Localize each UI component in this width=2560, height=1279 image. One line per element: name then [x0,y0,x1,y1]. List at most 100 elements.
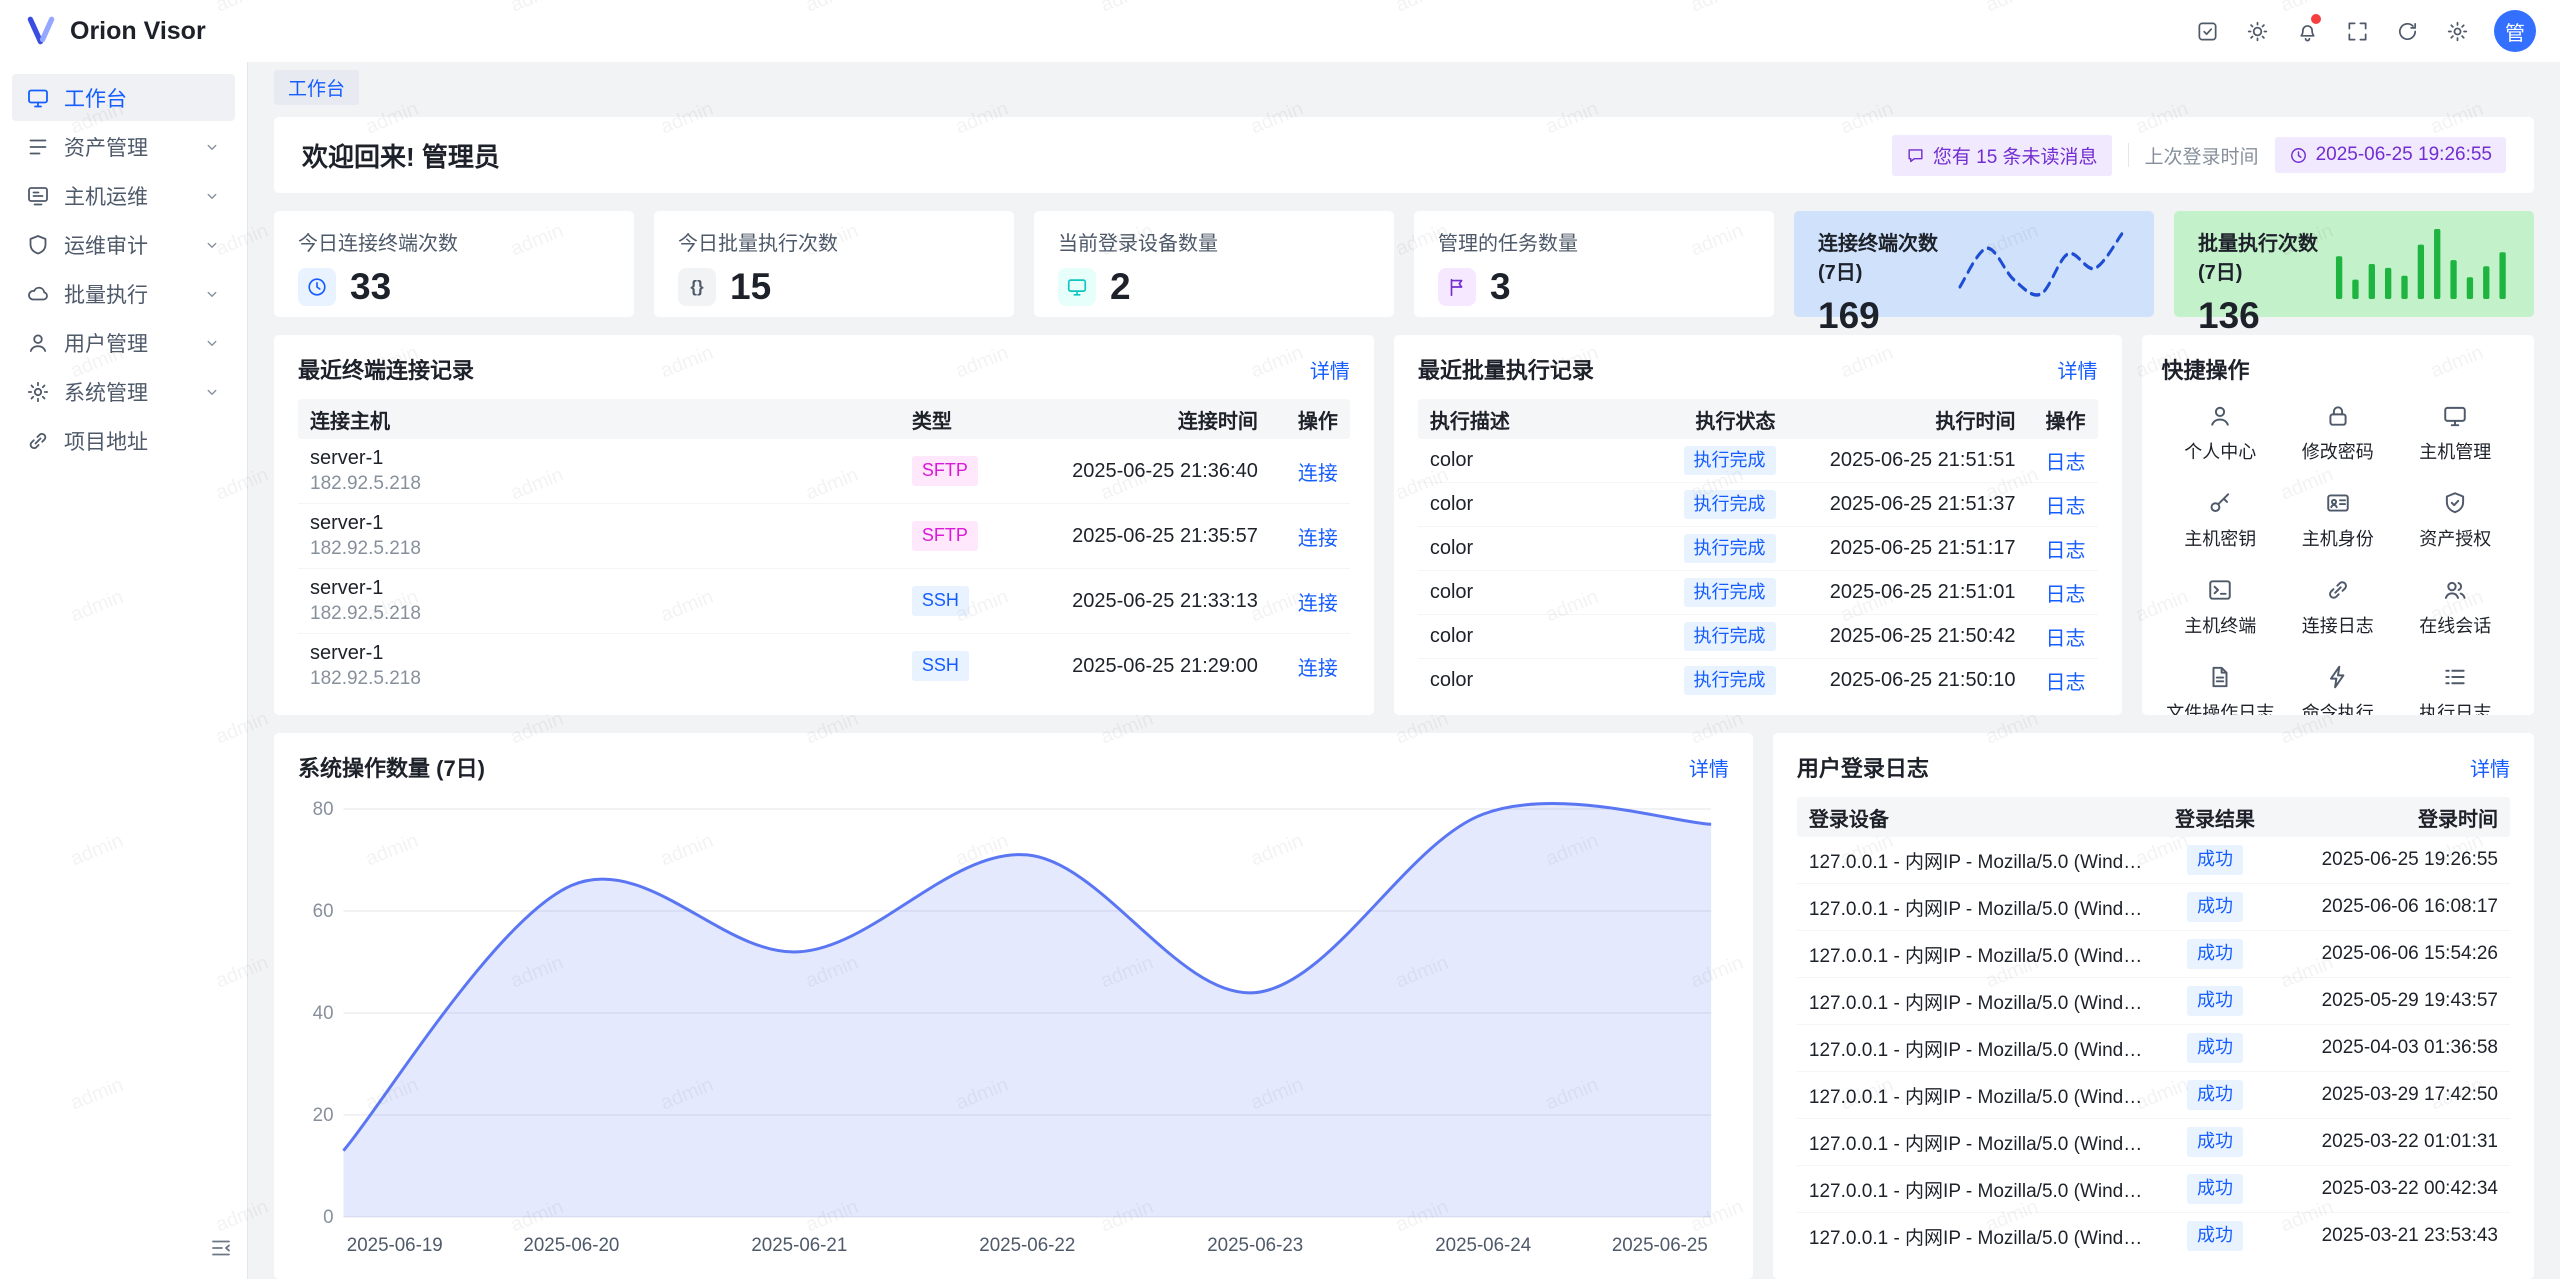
quick-action-exec-log[interactable]: 执行日志 [2397,664,2514,715]
svg-text:2025-06-21: 2025-06-21 [751,1235,847,1256]
quick-action-host-terminal[interactable]: 主机终端 [2162,577,2279,638]
table-row: color 执行完成 2025-06-25 21:51:51 日志 [1418,439,2098,483]
connect-time: 2025-06-25 21:35:57 [1020,525,1270,548]
flag-icon [1438,268,1476,306]
cloud-icon [26,282,50,306]
divider [2128,143,2129,167]
log-link[interactable]: 日志 [2046,666,2086,695]
sidebar-item-system-mgmt[interactable]: 系统管理 [12,368,235,415]
log-link[interactable]: 日志 [2046,446,2086,475]
result-badge: 成功 [2187,1033,2243,1063]
panel-title: 用户登录日志 [1797,751,1929,783]
connect-time: 2025-06-25 21:36:40 [1020,460,1270,483]
main-content: 工作台 欢迎回来! 管理员 您有 15 条未读消息 上次登录时间 2025-06… [248,62,2560,1279]
result-badge: 成功 [2187,986,2243,1016]
connect-link[interactable]: 连接 [1298,457,1338,486]
result-badge: 成功 [2187,892,2243,922]
quick-action-connect-log[interactable]: 连接日志 [2279,577,2397,638]
svg-text:2025-06-24: 2025-06-24 [1435,1235,1531,1256]
svg-text:2025-06-25: 2025-06-25 [1612,1235,1708,1256]
log-link[interactable]: 日志 [2046,490,2086,519]
table-row: 127.0.0.1 - 内网IP - Mozilla/5.0 (Windows … [1797,837,2510,884]
settings-gear-icon[interactable] [2436,10,2478,52]
fullscreen-icon[interactable] [2336,10,2378,52]
quick-action-change-password[interactable]: 修改密码 [2279,403,2397,464]
theme-toggle-icon[interactable] [2236,10,2278,52]
link-icon [2325,577,2351,603]
login-time: 2025-05-29 19:43:57 [2275,990,2510,1012]
sidebar-item-project-url[interactable]: 项目地址 [12,417,235,464]
sidebar-item-user-mgmt[interactable]: 用户管理 [12,319,235,366]
sidebar-item-host-ops[interactable]: 主机运维 [12,172,235,219]
exec-records-more-link[interactable]: 详情 [2058,355,2098,384]
quick-action-command-exec[interactable]: 命令执行 [2279,664,2397,715]
exec-time: 2025-06-25 21:51:51 [1788,449,2028,472]
login-device: 127.0.0.1 - 内网IP - Mozilla/5.0 (Windows … [1809,1035,2143,1062]
quick-actions-panel: 快捷操作 个人中心 修改密码 主机管理 主机密钥 [2142,335,2534,715]
login-logs-more-link[interactable]: 详情 [2470,753,2510,782]
table-row: 127.0.0.1 - 内网IP - Mozilla/5.0 (Windows … [1797,1213,2510,1259]
quick-action-file-op-log[interactable]: 文件操作日志 [2162,664,2279,715]
file-icon [2207,664,2233,690]
refresh-icon[interactable] [2386,10,2428,52]
connect-link[interactable]: 连接 [1298,522,1338,551]
connect-link[interactable]: 连接 [1298,587,1338,616]
protocol-badge: SFTP [912,521,978,551]
sidebar-item-audit[interactable]: 运维审计 [12,221,235,268]
host-name: server-1 [310,512,383,535]
connect-time: 2025-06-25 21:29:00 [1020,655,1270,678]
sidebar-item-batch-exec[interactable]: 批量执行 [12,270,235,317]
quick-action-asset-grant[interactable]: 资产授权 [2397,490,2514,551]
host-ip: 182.92.5.218 [310,668,421,690]
tasks-icon[interactable] [2186,10,2228,52]
stat-card-tasks: 管理的任务数量 3 [1414,211,1774,317]
quick-action-host-mgmt[interactable]: 主机管理 [2397,403,2514,464]
terminal-records-more-link[interactable]: 详情 [1310,355,1350,384]
svg-text:40: 40 [313,1003,334,1024]
assets-icon [26,135,50,159]
svg-text:2025-06-19: 2025-06-19 [347,1235,443,1256]
panel-title: 快捷操作 [2162,353,2250,385]
stat-value: 3 [1490,266,1511,308]
chevron-down-icon [203,138,221,156]
quick-action-personal-center[interactable]: 个人中心 [2162,403,2279,464]
connect-link[interactable]: 连接 [1298,652,1338,681]
status-badge: 执行完成 [1684,666,1776,696]
exec-time: 2025-06-25 21:50:42 [1788,625,2028,648]
terminal-icon [2207,577,2233,603]
panel-title: 系统操作数量 (7日) [298,751,485,783]
exec-time: 2025-06-25 21:50:10 [1788,669,2028,692]
message-icon [1906,146,1925,165]
table-row: 127.0.0.1 - 内网IP - Mozilla/5.0 (Windows … [1797,1119,2510,1166]
sidebar-item-assets[interactable]: 资产管理 [12,123,235,170]
key-icon [2207,490,2233,516]
link-icon [26,429,50,453]
shield-icon [26,233,50,257]
quick-action-host-identity[interactable]: 主机身份 [2279,490,2397,551]
panel-title: 最近终端连接记录 [298,353,474,385]
sidebar-collapse-icon[interactable] [209,1236,233,1265]
sidebar-item-workbench[interactable]: 工作台 [12,74,235,121]
shield-check-icon [2442,490,2468,516]
login-time: 2025-04-03 01:36:58 [2275,1037,2510,1059]
quick-action-host-keys[interactable]: 主机密钥 [2162,490,2279,551]
login-logs-table: 登录设备 登录结果 登录时间 127.0.0.1 - 内网IP - Mozill… [1797,797,2510,1259]
log-link[interactable]: 日志 [2046,534,2086,563]
svg-text:0: 0 [323,1207,333,1228]
quick-action-online-sessions[interactable]: 在线会话 [2397,577,2514,638]
stat-card-terminal-today: 今日连接终端次数 33 [274,211,634,317]
result-badge: 成功 [2187,1221,2243,1251]
notifications-bell-icon[interactable] [2286,10,2328,52]
unread-messages-badge[interactable]: 您有 15 条未读消息 [1892,135,2112,176]
chevron-down-icon [203,285,221,303]
svg-text:20: 20 [313,1105,334,1126]
system-ops-more-link[interactable]: 详情 [1689,753,1729,782]
breadcrumb-workbench[interactable]: 工作台 [274,70,359,105]
log-link[interactable]: 日志 [2046,622,2086,651]
login-time: 2025-03-21 23:53:43 [2275,1225,2510,1247]
connect-time: 2025-06-25 21:33:13 [1020,590,1270,613]
login-device: 127.0.0.1 - 内网IP - Mozilla/5.0 (Windows … [1809,988,2143,1015]
user-avatar[interactable]: 管 [2494,10,2536,52]
log-link[interactable]: 日志 [2046,578,2086,607]
bolt-icon [2325,664,2351,690]
